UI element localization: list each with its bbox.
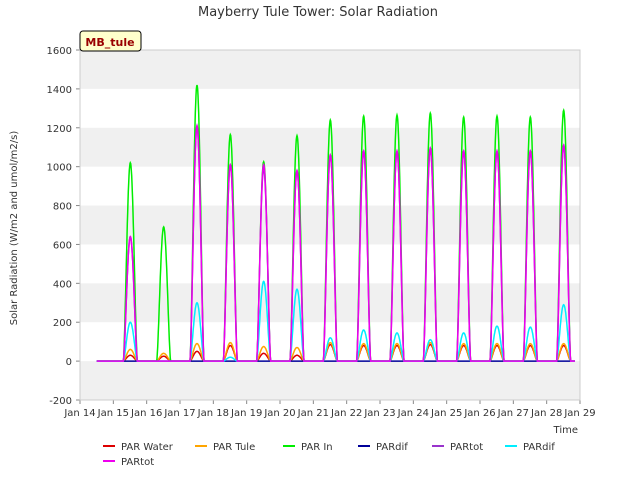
x-tick-label: Jan 19 [230, 408, 262, 419]
station-label: MB_tule [85, 36, 134, 49]
legend: PAR Water PAR Tule PAR In PARdif PARtot PARdi… [103, 442, 555, 468]
x-tick-label: Jan 22 [330, 408, 362, 419]
x-tick-label: Jan 23 [363, 408, 395, 419]
grid-band [80, 205, 580, 245]
y-tick-label: 400 [53, 279, 72, 290]
station-badge: MB_tule [79, 30, 142, 52]
y-axis-ticks: -200 0 200 400 600 800 1000 1200 1400 1600 [47, 46, 80, 407]
x-tick-label: Jan 24 [397, 408, 429, 419]
grid-band [80, 283, 580, 323]
y-tick-label: 1400 [47, 85, 72, 96]
x-tick-label: Jan 18 [197, 408, 229, 419]
y-axis-label: Solar Radiation (W/m2 and umol/m2/s) [9, 131, 20, 326]
y-tick-label: 0 [66, 357, 72, 368]
x-tick-label: Jan 20 [263, 408, 295, 419]
y-tick-label: 600 [53, 240, 72, 251]
x-tick-label: Jan 16 [130, 408, 162, 419]
legend-label: PARtot [450, 442, 483, 453]
x-tick-label: Jan 27 [497, 408, 529, 419]
solar-radiation-chart: -200 0 200 400 600 800 1000 1200 1400 1600 Jan 14… [9, 5, 596, 468]
x-tick-label: Jan 14 [63, 408, 95, 419]
y-tick-label: 200 [53, 318, 72, 329]
grid-band [80, 50, 580, 89]
x-tick-label: Jan 17 [163, 408, 195, 419]
legend-label: PARdif [376, 442, 408, 453]
x-tick-label: Jan 21 [297, 408, 329, 419]
x-axis-ticks: Jan 14 Jan 15 Jan 16 Jan 17 Jan 18 Jan 19 Jan … [63, 400, 596, 419]
x-tick-label: Jan 29 [563, 408, 595, 419]
legend-label: PAR In [301, 442, 333, 453]
y-tick-label: -200 [49, 396, 72, 407]
y-tick-label: 1000 [47, 163, 72, 174]
y-tick-label: 1600 [47, 46, 72, 57]
grid-bands [80, 50, 580, 400]
x-tick-label: Jan 25 [430, 408, 462, 419]
x-tick-label: Jan 28 [530, 408, 562, 419]
y-tick-label: 800 [53, 202, 72, 213]
legend-label: PAR Tule [213, 442, 255, 453]
legend-label: PARdif [523, 442, 555, 453]
x-axis-label: Time [553, 425, 578, 436]
grid-band [80, 361, 580, 400]
y-tick-label: 1200 [47, 124, 72, 135]
chart-title: Mayberry Tule Tower: Solar Radiation [198, 5, 438, 20]
legend-label: PAR Water [121, 442, 174, 453]
x-tick-label: Jan 26 [463, 408, 495, 419]
x-tick-label: Jan 15 [97, 408, 129, 419]
legend-label: PARtot [121, 457, 154, 468]
